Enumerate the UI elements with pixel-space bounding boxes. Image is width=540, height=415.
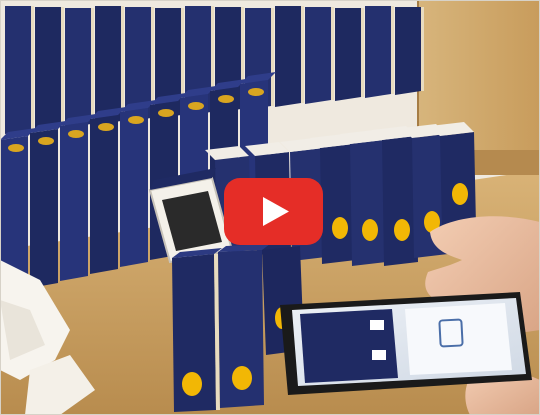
- back-box: [275, 6, 301, 107]
- box-hole: [218, 95, 234, 103]
- back-box-edge: [31, 6, 34, 130]
- back-box: [335, 8, 361, 101]
- play-triangle-icon[interactable]: [224, 178, 323, 245]
- back-box: [95, 6, 121, 125]
- back-box-edge: [271, 8, 274, 106]
- yellow-label: [332, 217, 348, 239]
- back-box: [305, 7, 331, 104]
- box-hole: [38, 137, 54, 145]
- back-box-edge: [301, 6, 304, 103]
- back-box-edge: [61, 7, 64, 127]
- back-box: [65, 8, 91, 128]
- back-box: [395, 7, 421, 95]
- back-box-edge: [331, 7, 334, 100]
- play-button[interactable]: [224, 178, 323, 245]
- video-thumbnail[interactable]: [0, 0, 540, 415]
- box-hole: [158, 109, 174, 117]
- back-box-edge: [121, 6, 124, 121]
- stacked-box: [120, 108, 148, 267]
- stacked-box: [60, 122, 88, 281]
- smartphone: [280, 292, 532, 395]
- box-hole: [188, 102, 204, 110]
- yellow-label: [452, 183, 468, 205]
- back-box-edge: [91, 8, 94, 124]
- back-box-edge: [361, 8, 364, 97]
- box-hole: [248, 88, 264, 96]
- back-box: [365, 6, 391, 98]
- back-box-edge: [421, 7, 424, 91]
- stacked-box: [30, 129, 58, 288]
- box-hole: [68, 130, 84, 138]
- box-hole: [8, 144, 24, 152]
- box-hole: [98, 123, 114, 131]
- back-box: [5, 6, 31, 134]
- back-box-edge: [391, 6, 394, 94]
- yellow-label: [362, 219, 378, 241]
- domino-box: [440, 132, 476, 230]
- back-box: [35, 7, 61, 131]
- box-hole: [128, 116, 144, 124]
- domino-box: [350, 140, 386, 266]
- stacked-box: [90, 115, 118, 274]
- yellow-label: [394, 219, 410, 241]
